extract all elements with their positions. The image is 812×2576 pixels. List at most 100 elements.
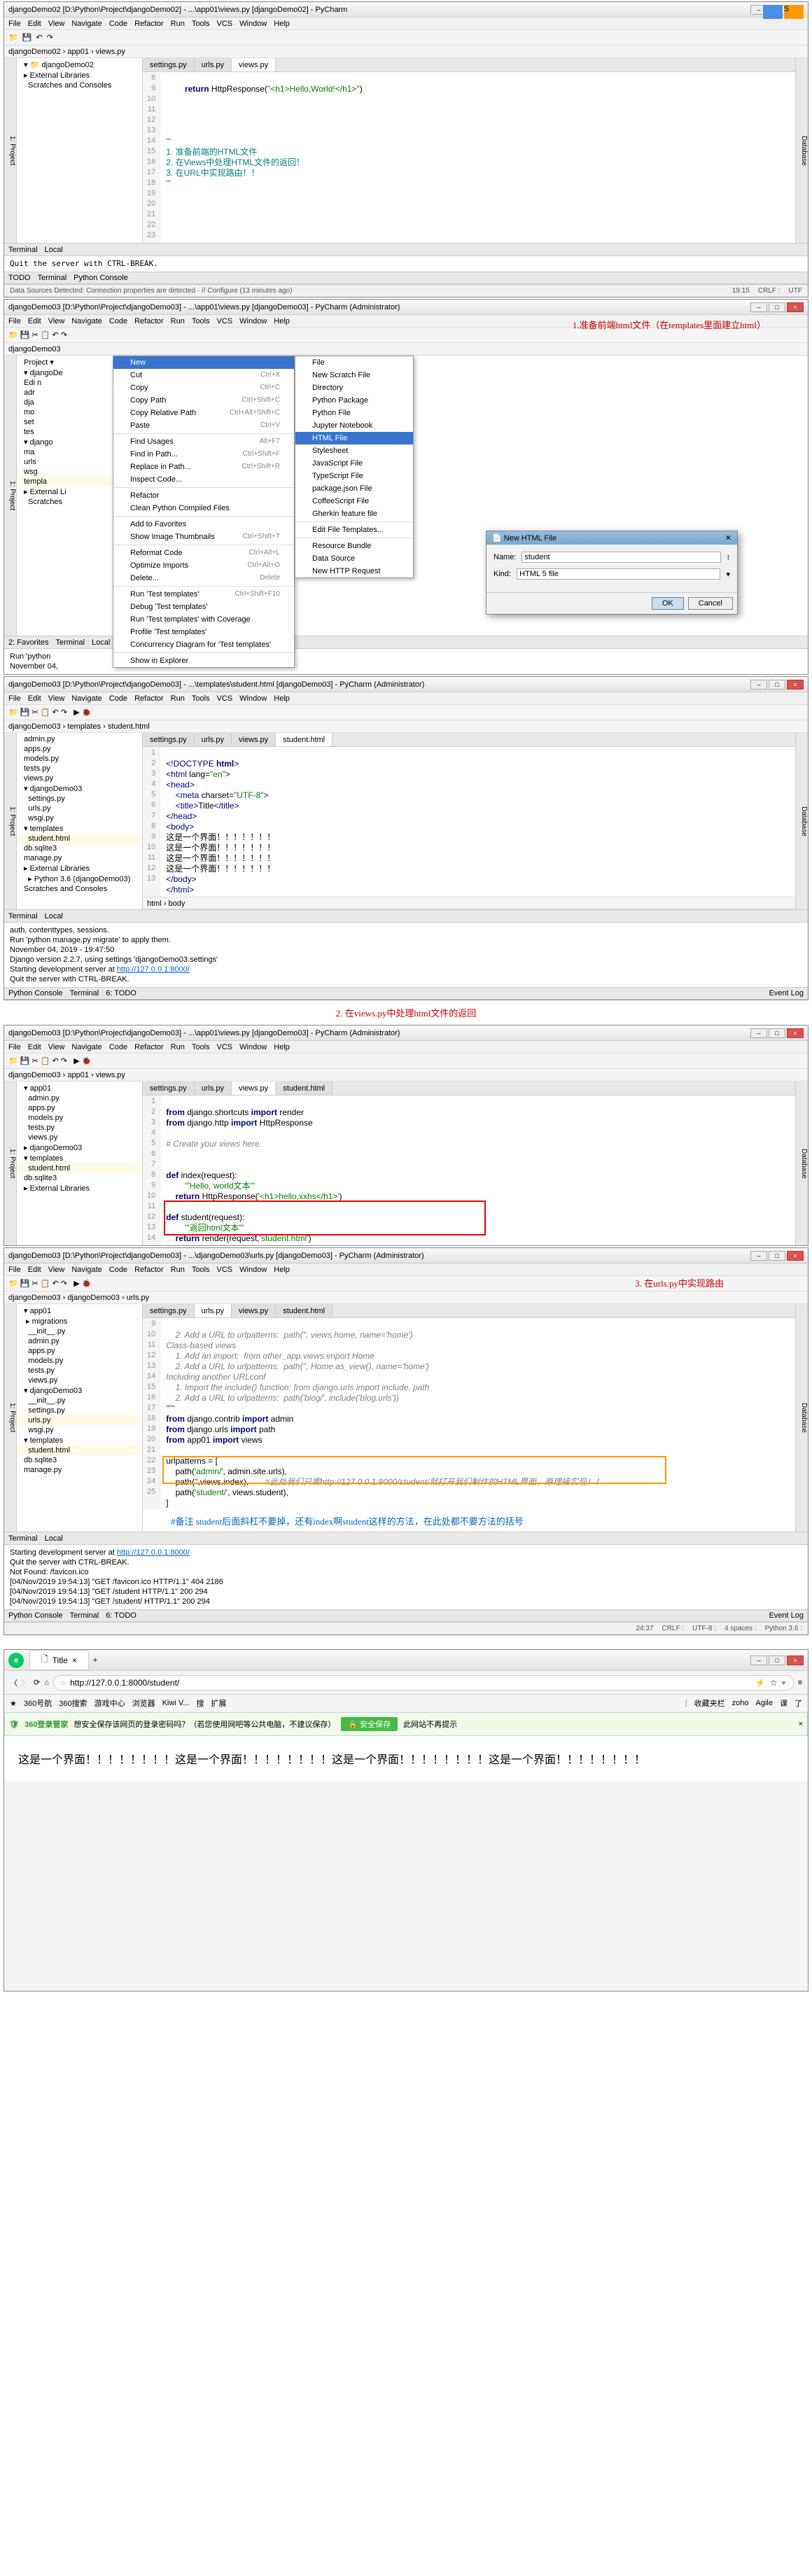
project-tree[interactable]: admin.py apps.py models.py tests.py view… — [17, 733, 143, 909]
tab-urls[interactable]: urls.py — [195, 58, 232, 71]
menu-copy-rel[interactable]: Copy Relative PathCtrl+Alt+Shift+C — [113, 407, 294, 419]
bookmark-item[interactable]: 游戏中心 — [94, 1698, 125, 1709]
back-button[interactable]: 〈 — [10, 1677, 18, 1688]
maximize-button[interactable]: □ — [769, 1656, 785, 1665]
bookmark-item[interactable]: 扩展 — [211, 1698, 226, 1709]
never-this-site[interactable]: 此网站不再提示 — [403, 1718, 457, 1730]
redo-icon[interactable]: ↷ — [47, 33, 53, 42]
menu-vcs[interactable]: VCS — [217, 20, 233, 28]
bookmark-item[interactable]: Kiwi V... — [162, 1699, 190, 1707]
breadcrumb[interactable]: djangoDemo02 › app01 › views.py — [4, 46, 808, 58]
code-editor[interactable]: 12345678910111213 <!DOCTYPE html> <html … — [143, 747, 795, 897]
terminal-local-tab[interactable]: Local — [45, 246, 63, 254]
minimize-button[interactable]: – — [750, 1656, 767, 1665]
new-file[interactable]: File — [295, 356, 413, 369]
tab-views[interactable]: views.py — [232, 58, 276, 71]
save-icon[interactable]: 💾 — [22, 33, 32, 42]
menu-inspect[interactable]: Inspect Code... — [113, 473, 294, 486]
breadcrumb[interactable]: djangoDemo03 — [4, 343, 808, 356]
bookmark-item[interactable]: zoho — [732, 1699, 749, 1707]
menu-delete[interactable]: Delete...Delete — [113, 572, 294, 584]
forward-button[interactable]: 〉 — [22, 1677, 29, 1688]
new-resource[interactable]: Resource Bundle — [295, 540, 413, 552]
terminal-tab[interactable]: Terminal — [8, 246, 38, 254]
undo-icon[interactable]: ↶ — [36, 33, 42, 42]
project-tree[interactable]: Project ▾ ▾ djangoDe Edi n adr dja mo se… — [17, 356, 115, 636]
lightning-icon[interactable]: ⚡ — [755, 1678, 766, 1688]
html-path[interactable]: html › body — [143, 897, 795, 909]
home-button[interactable]: ⌂ — [44, 1679, 49, 1687]
bookmark-item[interactable]: 浏览器 — [132, 1698, 155, 1709]
new-python[interactable]: Python File — [295, 407, 413, 419]
menu-concurrency[interactable]: Concurrency Diagram for 'Test templates' — [113, 638, 294, 651]
todo-tab[interactable]: 6: TODO — [106, 989, 136, 997]
refresh-button[interactable]: ⟳ — [34, 1678, 40, 1687]
new-scratch[interactable]: New Scratch File — [295, 369, 413, 382]
new-dir[interactable]: Directory — [295, 382, 413, 394]
menu-paste[interactable]: PasteCtrl+V — [113, 419, 294, 432]
bookmark-item[interactable]: 了 — [794, 1698, 802, 1709]
todo-tab[interactable]: TODO — [8, 274, 31, 282]
context-menu[interactable]: New CutCtrl+X CopyCtrl+C Copy PathCtrl+S… — [113, 356, 295, 668]
project-tool-tab[interactable]: 1: Project — [4, 356, 17, 636]
tab-close-icon[interactable]: × — [72, 1656, 77, 1665]
new-tab-button[interactable]: + — [93, 1656, 97, 1665]
address-bar[interactable]: ○ http://127.0.0.1:8000/student/ ⚡ ☆ ▾ — [53, 1675, 794, 1690]
new-package-json[interactable]: package.json File — [295, 482, 413, 495]
widget-icon[interactable]: S — [784, 5, 804, 19]
maximize-button[interactable]: □ — [769, 302, 785, 312]
save-password-button[interactable]: 🔒 安全保存 — [341, 1717, 398, 1731]
tab-settings[interactable]: settings.py — [143, 58, 195, 71]
menu-replace-path[interactable]: Replace in Path...Ctrl+Shift+R — [113, 461, 294, 473]
encoding[interactable]: UTF — [789, 287, 802, 295]
line-sep[interactable]: CRLF : — [758, 287, 780, 295]
bookmark-item[interactable]: 360号航 — [24, 1698, 52, 1709]
bookmark-item[interactable]: 课 — [780, 1698, 788, 1709]
code-editor[interactable]: 1234567891011121314 from django.shortcut… — [143, 1096, 795, 1245]
menu-file[interactable]: File — [8, 20, 21, 28]
open-icon[interactable]: 📁 — [8, 33, 18, 42]
project-tree[interactable]: ▾ 📁 djangoDemo02 ▸ External Libraries Sc… — [17, 58, 143, 243]
project-tool-tab[interactable]: 1: Project — [4, 58, 17, 243]
fav-icon[interactable]: ★ — [10, 1699, 17, 1708]
dialog-close-icon[interactable]: ✕ — [725, 533, 732, 542]
minimize-button[interactable]: – — [750, 302, 767, 312]
new-jupyter[interactable]: Jupyter Notebook — [295, 419, 413, 432]
event-log[interactable]: Event Log — [769, 989, 804, 997]
new-submenu[interactable]: File New Scratch File Directory Python P… — [295, 356, 414, 578]
tab-urls[interactable]: urls.py — [195, 733, 232, 746]
widget-icon[interactable] — [763, 5, 783, 19]
menu-run-test[interactable]: Run 'Test templates'Ctrl+Shift+F10 — [113, 588, 294, 601]
menu-new[interactable]: New — [113, 356, 294, 369]
browser-tab[interactable]: 🗋 Title × — [29, 1650, 89, 1670]
menu-refactor[interactable]: Refactor — [134, 20, 164, 28]
new-http[interactable]: New HTTP Request — [295, 565, 413, 578]
menu-copy-path[interactable]: Copy PathCtrl+Shift+C — [113, 394, 294, 407]
close-button[interactable]: × — [787, 302, 804, 312]
menu-icon[interactable]: ≡ — [798, 1679, 802, 1687]
bookmark-item[interactable]: 360搜索 — [59, 1698, 87, 1709]
menu-coverage[interactable]: Run 'Test templates' with Coverage — [113, 613, 294, 626]
menu-thumb[interactable]: Show Image ThumbnailsCtrl+Shift+T — [113, 531, 294, 543]
new-gherkin[interactable]: Gherkin feature file — [295, 507, 413, 520]
project-tool-tab[interactable]: 1: Project — [4, 733, 17, 909]
menu-find-path[interactable]: Find in Path...Ctrl+Shift+F — [113, 448, 294, 461]
menu-refactor[interactable]: Refactor — [113, 489, 294, 502]
new-css[interactable]: Stylesheet — [295, 444, 413, 457]
kind-select[interactable] — [517, 568, 720, 580]
menu-optimize[interactable]: Optimize ImportsCtrl+Alt+O — [113, 559, 294, 572]
new-pkg[interactable]: Python Package — [295, 394, 413, 407]
code-editor[interactable]: 910111213141516171819202122232425 2. Add… — [143, 1318, 795, 1510]
bookmark-item[interactable]: Agile — [756, 1699, 773, 1707]
menu-clean[interactable]: Clean Python Compiled Files — [113, 502, 294, 514]
dropdown-icon[interactable]: ▾ — [726, 570, 730, 579]
breadcrumb[interactable]: djangoDemo03 › templates › student.html — [4, 720, 808, 733]
project-tree[interactable]: ▾ app01 admin.py apps.py models.py tests… — [17, 1082, 143, 1245]
terminal-tab[interactable]: Terminal — [70, 989, 99, 997]
menu-debug-test[interactable]: Debug 'Test templates' — [113, 601, 294, 613]
close-button[interactable]: × — [787, 1656, 804, 1665]
menu-fav[interactable]: Add to Favorites — [113, 518, 294, 531]
terminal-output[interactable]: auth, contenttypes, sessions. Run 'pytho… — [4, 922, 808, 987]
new-js[interactable]: JavaScript File — [295, 457, 413, 470]
menu-tools[interactable]: Tools — [192, 20, 210, 28]
